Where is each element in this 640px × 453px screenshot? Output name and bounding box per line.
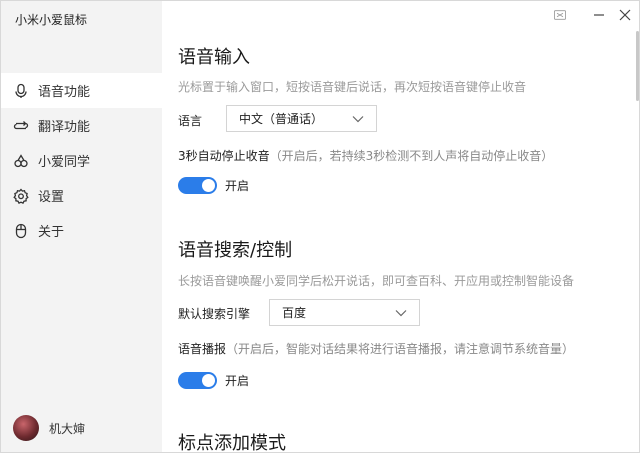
- sidebar-item-settings[interactable]: 设置: [1, 178, 162, 213]
- app-window: 小米小爱鼠标 语音功能 翻译功能 小爱同学 设置 关于 机大婶 语音输入 光标置…: [0, 0, 640, 453]
- sidebar-item-about[interactable]: 关于: [1, 213, 162, 248]
- toggle-knob: [202, 179, 215, 192]
- broadcast-hint: （开启后，智能对话结果将进行语音播报，请注意调节系统音量）: [226, 342, 575, 356]
- scrollbar[interactable]: [636, 31, 639, 101]
- avatar: [13, 415, 39, 441]
- auto-stop-label-text: 3秒自动停止收音: [178, 149, 270, 163]
- search-engine-label: 默认搜索引擎: [178, 307, 251, 321]
- auto-stop-hint: （开启后，若持续3秒检测不到人声将自动停止收音）: [269, 149, 554, 163]
- auto-stop-toggle-label: 开启: [225, 179, 250, 193]
- app-title: 小米小爱鼠标: [15, 13, 88, 27]
- sidebar-item-label: 关于: [38, 225, 65, 240]
- settings-panel: 语音输入 光标置于输入窗口，短按语音键后说话，再次短按语音键停止收音 语言 中文…: [162, 1, 639, 453]
- voice-search-title: 语音搜索/控制: [178, 240, 293, 261]
- sidebar-nav: 语音功能 翻译功能 小爱同学 设置 关于: [1, 73, 162, 248]
- user-profile[interactable]: 机大婶: [13, 415, 85, 441]
- sidebar-item-label: 设置: [38, 190, 65, 205]
- auto-stop-toggle[interactable]: [178, 177, 217, 194]
- broadcast-toggle-label: 开启: [225, 374, 250, 388]
- microphone-icon: [12, 82, 30, 100]
- sidebar-item-xiaoai[interactable]: 小爱同学: [1, 143, 162, 178]
- broadcast-label: 语音播报（开启后，智能对话结果将进行语音播报，请注意调节系统音量）: [178, 340, 574, 357]
- sidebar-item-label: 翻译功能: [38, 120, 91, 135]
- chevron-down-icon: [395, 309, 407, 317]
- user-name: 机大婶: [49, 421, 86, 436]
- voice-search-description: 长按语音键唤醒小爱同学后松开说话，即可查百科、开应用或控制智能设备: [178, 274, 575, 288]
- toggle-knob: [202, 374, 215, 387]
- sidebar-item-translate[interactable]: 翻译功能: [1, 108, 162, 143]
- punctuation-title: 标点添加模式: [178, 433, 286, 453]
- sidebar-item-label: 语音功能: [38, 85, 91, 100]
- translate-icon: [12, 117, 30, 135]
- auto-stop-label: 3秒自动停止收音（开启后，若持续3秒检测不到人声将自动停止收音）: [178, 147, 553, 164]
- sidebar-item-label: 小爱同学: [38, 155, 91, 170]
- sidebar-item-voice[interactable]: 语音功能: [1, 73, 162, 108]
- xiaoai-icon: [12, 152, 30, 170]
- search-engine-select-value: 百度: [282, 306, 307, 320]
- language-select[interactable]: 中文（普通话）: [226, 105, 377, 132]
- sidebar: 小米小爱鼠标 语音功能 翻译功能 小爱同学 设置 关于 机大婶: [1, 1, 162, 452]
- voice-input-description: 光标置于输入窗口，短按语音键后说话，再次短按语音键停止收音: [178, 80, 527, 94]
- gear-icon: [12, 187, 30, 205]
- chevron-down-icon: [352, 115, 364, 123]
- mouse-icon: [12, 222, 30, 240]
- broadcast-label-text: 语音播报: [178, 342, 227, 356]
- auto-stop-toggle-row: 开启: [178, 177, 249, 194]
- broadcast-toggle[interactable]: [178, 372, 217, 389]
- language-label: 语言: [178, 114, 203, 128]
- broadcast-toggle-row: 开启: [178, 372, 249, 389]
- voice-input-title: 语音输入: [178, 47, 250, 68]
- search-engine-select[interactable]: 百度: [269, 299, 420, 326]
- language-select-value: 中文（普通话）: [239, 112, 324, 126]
